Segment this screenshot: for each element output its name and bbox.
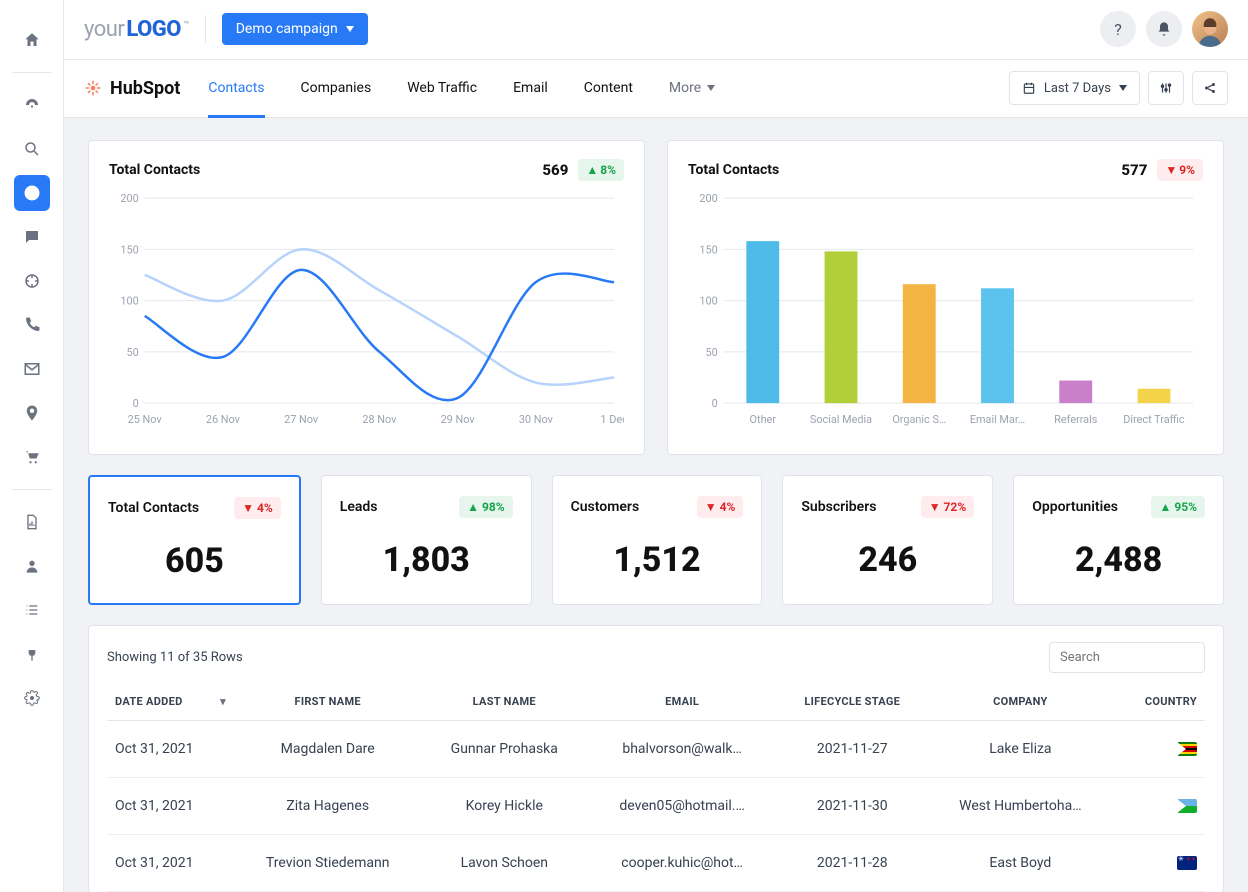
svg-text:29 Nov: 29 Nov xyxy=(441,413,476,426)
svg-text:26 Nov: 26 Nov xyxy=(206,413,241,426)
help-button[interactable]: ? xyxy=(1100,11,1136,47)
svg-text:Social Media: Social Media xyxy=(810,413,872,426)
nav-location[interactable] xyxy=(14,395,50,431)
nav-user[interactable] xyxy=(14,548,50,584)
svg-text:Direct Traffic: Direct Traffic xyxy=(1123,413,1185,426)
bar-chart-value: 577 xyxy=(1121,161,1147,179)
topbar: your LOGO ™ Demo campaign ? xyxy=(64,0,1248,60)
kpi-card-leads[interactable]: Leads▲ 98%1,803 xyxy=(321,475,532,605)
nav-list[interactable] xyxy=(14,592,50,628)
svg-text:28 Nov: 28 Nov xyxy=(362,413,397,426)
svg-text:Organic S…: Organic S… xyxy=(892,413,946,426)
campaign-dropdown[interactable]: Demo campaign xyxy=(222,13,368,45)
bar-chart-card: Total Contacts 577 ▼ 9% 0 50 100 150 200 Othe… xyxy=(667,140,1224,455)
sort-icon: ▾ xyxy=(220,695,226,708)
svg-text:0: 0 xyxy=(133,397,139,410)
nav-search[interactable] xyxy=(14,131,50,167)
col-first-name[interactable]: FIRST NAME xyxy=(234,683,422,721)
notifications-button[interactable] xyxy=(1146,11,1182,47)
col-date-added[interactable]: DATE ADDED▾ xyxy=(107,683,234,721)
table-row[interactable]: Oct 31, 2021Magdalen DareGunnar Prohaska… xyxy=(107,720,1205,777)
line-chart-card: Total Contacts 569 ▲ 8% 0 50 100 150 200 25 N… xyxy=(88,140,645,455)
nav-dashboard[interactable] xyxy=(14,87,50,123)
flag-icon xyxy=(1177,856,1197,870)
tab-content[interactable]: Content xyxy=(584,60,633,117)
flag-icon xyxy=(1177,742,1197,756)
contacts-table-card: Showing 11 of 35 Rows DATE ADDED▾ FIRST … xyxy=(88,625,1224,892)
side-nav xyxy=(0,0,64,892)
svg-text:25 Nov: 25 Nov xyxy=(128,413,163,426)
svg-text:0: 0 xyxy=(712,397,718,410)
svg-text:100: 100 xyxy=(120,294,138,307)
nav-target[interactable] xyxy=(14,263,50,299)
line-chart: 0 50 100 150 200 25 Nov 26 Nov 27 Nov 28 Nov 29 N… xyxy=(109,187,624,432)
nav-plug[interactable] xyxy=(14,636,50,672)
share-button[interactable] xyxy=(1192,71,1228,105)
svg-text:150: 150 xyxy=(120,243,138,256)
svg-text:100: 100 xyxy=(699,294,717,307)
avatar[interactable] xyxy=(1192,11,1228,47)
subheader: HubSpot Contacts Companies Web Traffic E… xyxy=(64,60,1248,118)
tab-more[interactable]: More xyxy=(669,60,715,117)
kpi-card-subscribers[interactable]: Subscribers▼ 72%246 xyxy=(782,475,993,605)
svg-text:200: 200 xyxy=(120,192,138,205)
table-row[interactable]: Oct 31, 2021Trevion StiedemannLavon Scho… xyxy=(107,834,1205,891)
nav-chat[interactable] xyxy=(14,219,50,255)
line-chart-change: ▲ 8% xyxy=(578,159,624,181)
bar-chart-change: ▼ 9% xyxy=(1157,159,1203,181)
line-chart-title: Total Contacts xyxy=(109,162,200,178)
svg-text:50: 50 xyxy=(705,346,717,359)
tab-web-traffic[interactable]: Web Traffic xyxy=(407,60,477,117)
bar-chart: 0 50 100 150 200 Other Social Media Organic S… E… xyxy=(688,187,1203,432)
svg-text:Referrals: Referrals xyxy=(1054,413,1098,426)
svg-text:Email Mar…: Email Mar… xyxy=(970,413,1025,426)
nav-phone[interactable] xyxy=(14,307,50,343)
col-email[interactable]: EMAIL xyxy=(587,683,777,721)
col-country[interactable]: COUNTRY xyxy=(1113,683,1205,721)
nav-mail[interactable] xyxy=(14,351,50,387)
nav-cart[interactable] xyxy=(14,439,50,475)
line-chart-value: 569 xyxy=(542,161,568,179)
col-last-name[interactable]: LAST NAME xyxy=(421,683,587,721)
date-range-picker[interactable]: Last 7 Days xyxy=(1009,71,1140,105)
kpi-card-opportunities[interactable]: Opportunities▲ 95%2,488 xyxy=(1013,475,1224,605)
svg-text:30 Nov: 30 Nov xyxy=(519,413,554,426)
table-row[interactable]: Oct 31, 2021Zita HagenesKorey Hickledeve… xyxy=(107,777,1205,834)
col-company[interactable]: COMPANY xyxy=(927,683,1113,721)
svg-text:50: 50 xyxy=(126,346,138,359)
flag-icon xyxy=(1177,799,1197,813)
nav-settings[interactable] xyxy=(14,680,50,716)
platform-brand: HubSpot xyxy=(84,78,180,99)
search-input[interactable] xyxy=(1049,642,1205,673)
kpi-card-total-contacts[interactable]: Total Contacts▼ 4%605 xyxy=(88,475,301,605)
svg-text:150: 150 xyxy=(699,243,717,256)
col-lifecycle[interactable]: LIFECYCLE STAGE xyxy=(777,683,927,721)
tab-companies[interactable]: Companies xyxy=(301,60,372,117)
filter-settings-button[interactable] xyxy=(1148,71,1184,105)
nav-analytics[interactable] xyxy=(14,175,50,211)
tab-contacts[interactable]: Contacts xyxy=(208,60,264,117)
svg-text:200: 200 xyxy=(699,192,717,205)
svg-text:1 Dec: 1 Dec xyxy=(600,413,624,426)
svg-text:27 Nov: 27 Nov xyxy=(284,413,319,426)
logo[interactable]: your LOGO ™ xyxy=(84,17,189,42)
tab-email[interactable]: Email xyxy=(513,60,548,117)
nav-file[interactable] xyxy=(14,504,50,540)
svg-text:Other: Other xyxy=(750,413,777,426)
bar-chart-title: Total Contacts xyxy=(688,162,779,178)
kpi-card-customers[interactable]: Customers▼ 4%1,512 xyxy=(552,475,763,605)
nav-home[interactable] xyxy=(14,22,50,58)
table-showing: Showing 11 of 35 Rows xyxy=(107,650,243,665)
